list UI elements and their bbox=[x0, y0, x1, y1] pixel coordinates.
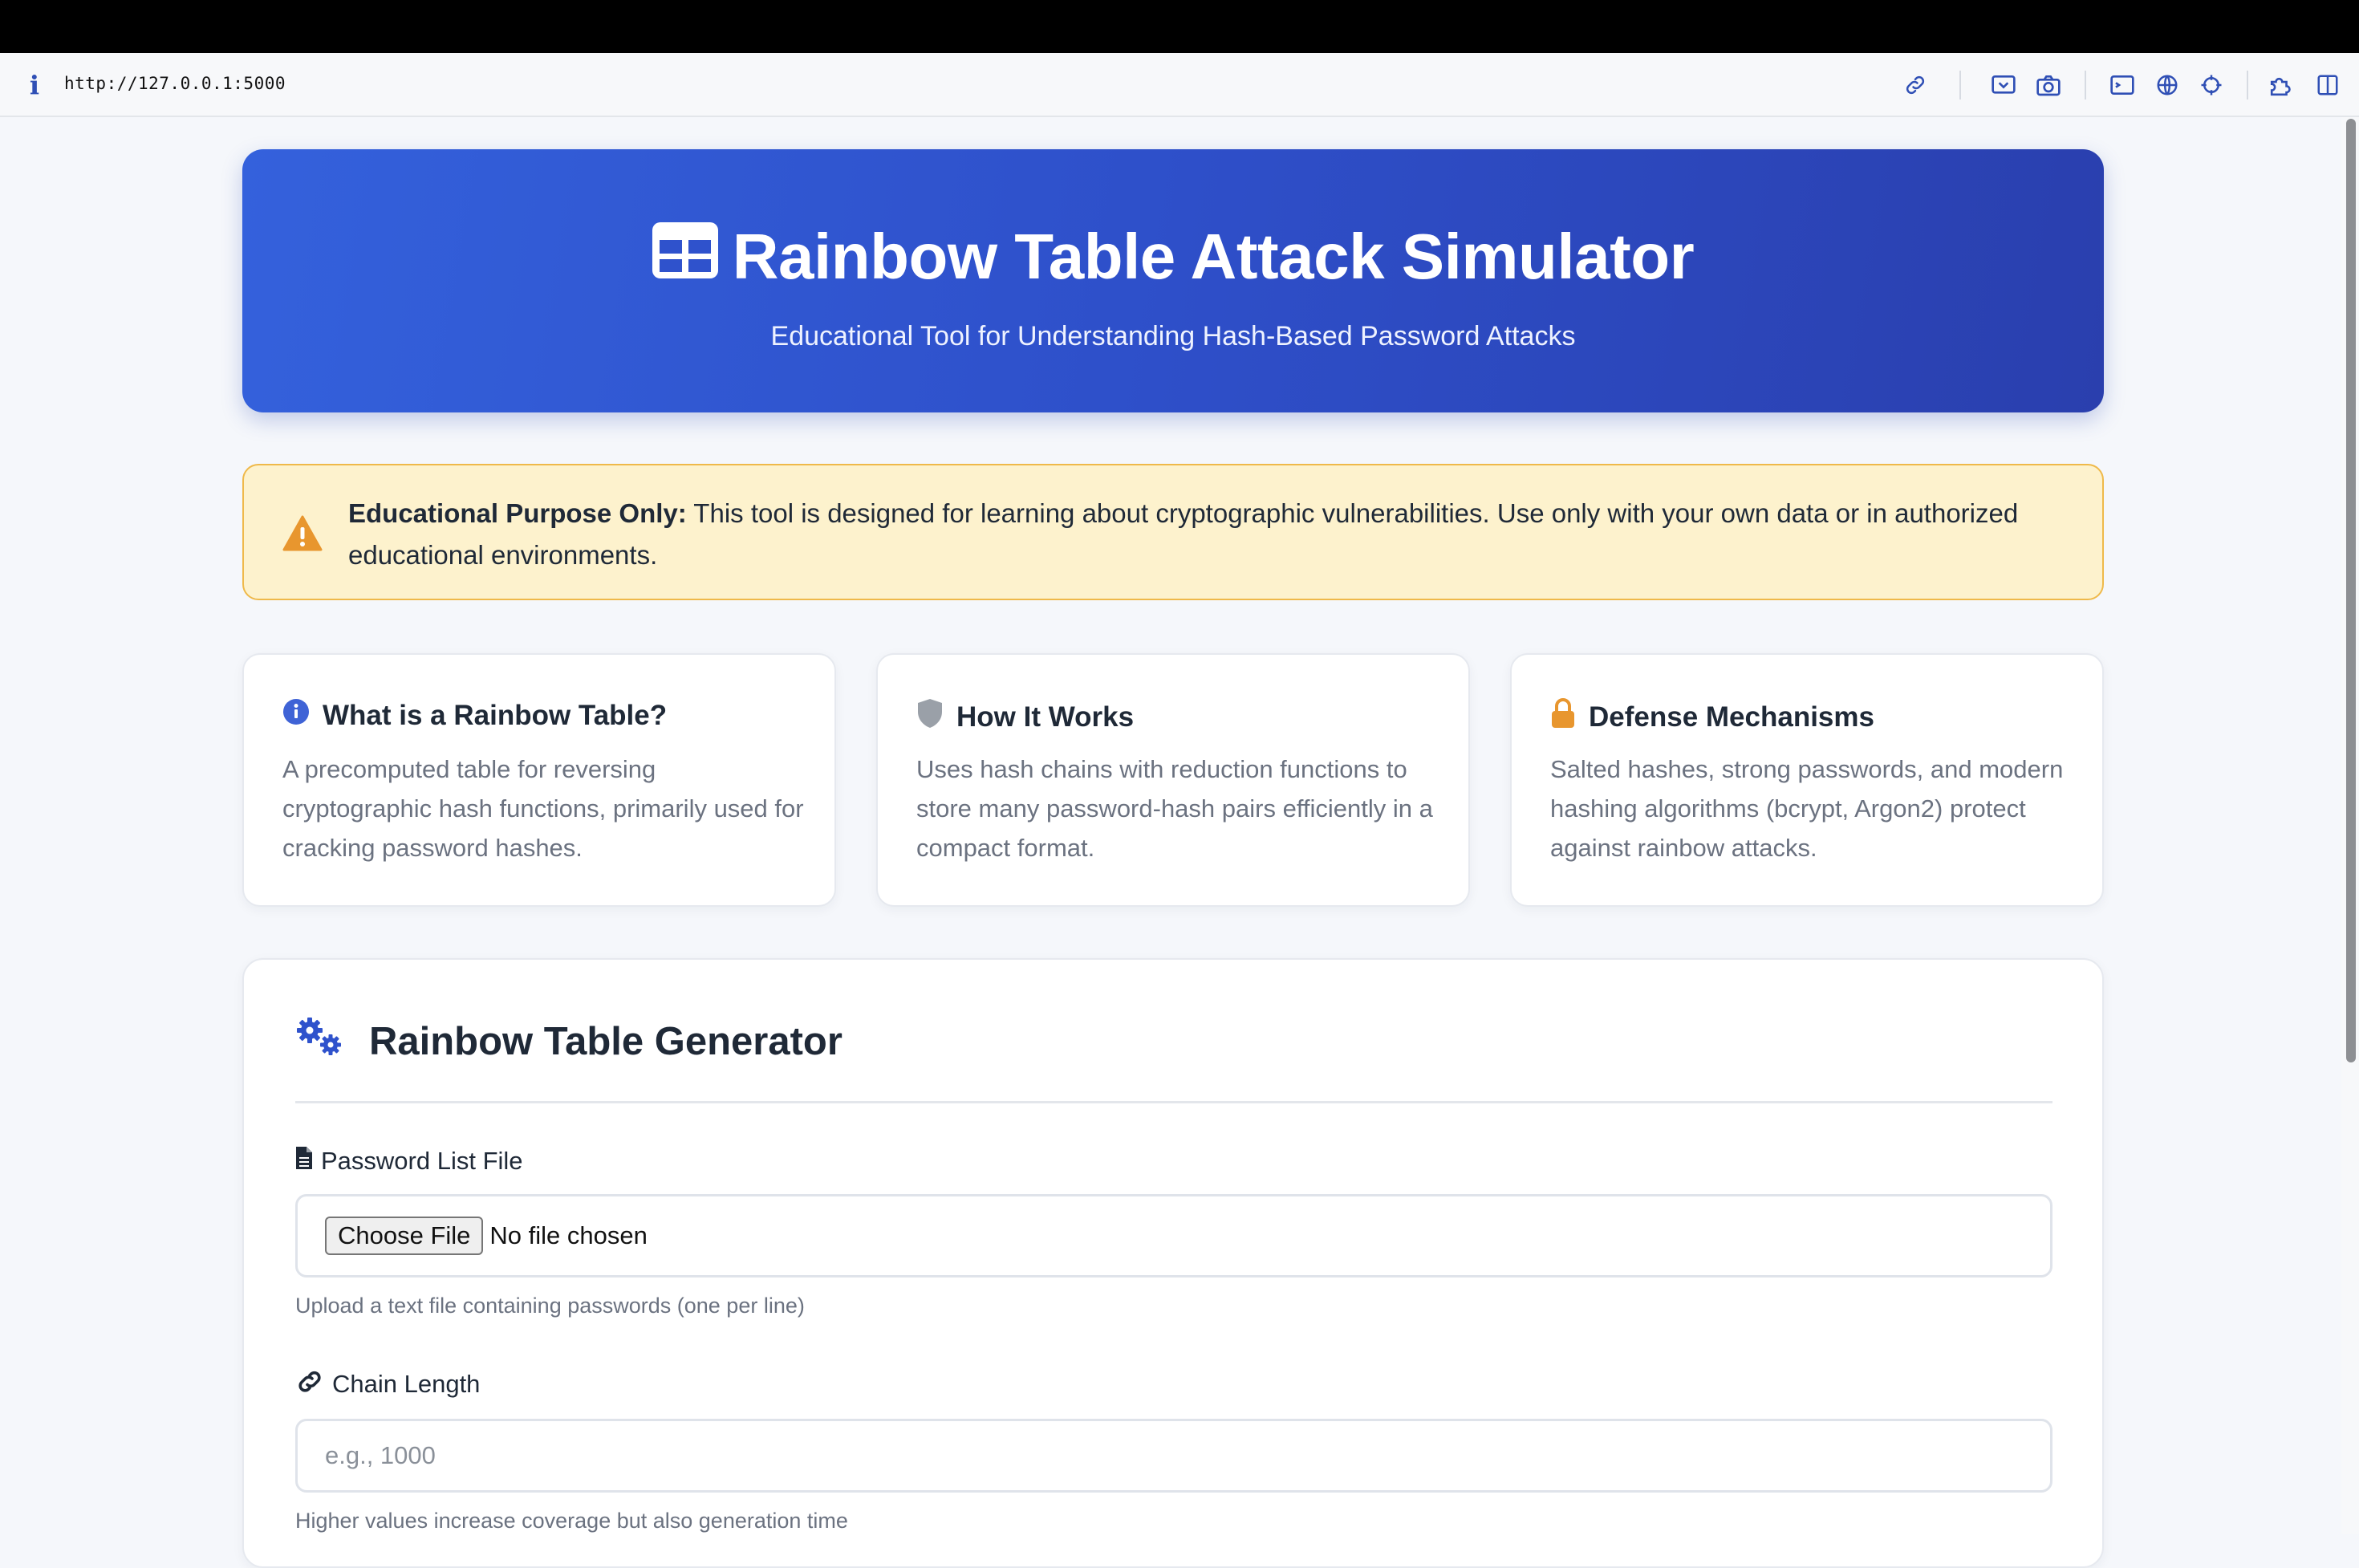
page-title-text: Rainbow Table Attack Simulator bbox=[732, 221, 1695, 292]
generator-title: Rainbow Table Generator bbox=[369, 1020, 842, 1063]
choose-file-button[interactable]: Choose File bbox=[325, 1217, 484, 1255]
toolbar-divider bbox=[1959, 71, 1961, 100]
lock-icon bbox=[1550, 698, 1576, 736]
sidebar-icon[interactable] bbox=[2314, 71, 2341, 99]
warning-text: Educational Purpose Only: This tool is d… bbox=[348, 493, 2065, 576]
camera-icon[interactable] bbox=[2035, 71, 2062, 99]
educational-warning-banner: Educational Purpose Only: This tool is d… bbox=[242, 464, 2104, 600]
card-text: A precomputed table for reversing crypto… bbox=[282, 755, 804, 862]
site-info-icon[interactable]: i bbox=[24, 72, 45, 98]
password-file-help: Upload a text file containing passwords … bbox=[295, 1294, 805, 1318]
chain-length-help: Higher values increase coverage but also… bbox=[295, 1509, 848, 1533]
chain-length-input[interactable] bbox=[295, 1419, 2052, 1493]
toolbar-divider bbox=[2085, 71, 2086, 100]
card-text: Uses hash chains with reduction function… bbox=[916, 755, 1433, 862]
file-icon bbox=[295, 1146, 313, 1176]
card-title-text: How It Works bbox=[956, 701, 1135, 733]
heading-divider bbox=[295, 1101, 2052, 1103]
page-title: Rainbow Table Attack Simulator bbox=[242, 220, 2104, 294]
generator-heading: Rainbow Table Generator bbox=[295, 1016, 842, 1067]
terminal-icon[interactable] bbox=[2109, 71, 2136, 99]
password-file-label-text: Password List File bbox=[321, 1147, 523, 1175]
toolbar-divider bbox=[2247, 71, 2248, 100]
link-icon[interactable] bbox=[1902, 71, 1929, 99]
card-title: How It Works bbox=[916, 698, 1134, 736]
info-card-defense: Defense Mechanisms Salted hashes, strong… bbox=[1510, 653, 2104, 907]
card-title-text: Defense Mechanisms bbox=[1589, 701, 1874, 733]
extensions-icon[interactable] bbox=[2268, 71, 2295, 99]
chain-length-label: Chain Length bbox=[295, 1369, 480, 1399]
file-status: No file chosen bbox=[489, 1221, 648, 1249]
chain-length-label-text: Chain Length bbox=[332, 1370, 481, 1398]
crosshair-icon[interactable] bbox=[2198, 71, 2225, 99]
window-top-bar bbox=[0, 0, 2359, 53]
card-title: What is a Rainbow Table? bbox=[282, 698, 667, 733]
card-title-text: What is a Rainbow Table? bbox=[323, 699, 668, 731]
cogs-icon bbox=[295, 1016, 345, 1067]
hero-banner: Rainbow Table Attack Simulator Education… bbox=[242, 149, 2104, 412]
card-title: Defense Mechanisms bbox=[1550, 698, 1874, 736]
table-icon bbox=[652, 220, 718, 294]
globe-icon[interactable] bbox=[2154, 71, 2181, 99]
card-text: Salted hashes, strong passwords, and mod… bbox=[1550, 755, 2064, 862]
shield-icon bbox=[916, 698, 944, 736]
link-icon bbox=[295, 1369, 324, 1399]
page-subtitle: Educational Tool for Understanding Hash-… bbox=[770, 321, 1576, 351]
info-circle-icon bbox=[282, 698, 310, 733]
rainbow-table-generator-panel: Rainbow Table Generator Password List Fi… bbox=[242, 958, 2104, 1568]
url-text[interactable]: http://127.0.0.1:5000 bbox=[64, 74, 286, 93]
warning-icon bbox=[282, 515, 323, 552]
info-card-how-it-works: How It Works Uses hash chains with reduc… bbox=[876, 653, 1470, 907]
scrollbar-thumb[interactable] bbox=[2346, 119, 2356, 1062]
info-card-rainbow-table: What is a Rainbow Table? A precomputed t… bbox=[242, 653, 836, 907]
password-file-label: Password List File bbox=[295, 1146, 523, 1176]
inspect-icon[interactable] bbox=[1990, 71, 2017, 99]
warning-title: Educational Purpose Only: bbox=[348, 498, 687, 528]
password-file-input[interactable]: Choose File No file chosen bbox=[295, 1194, 2052, 1278]
